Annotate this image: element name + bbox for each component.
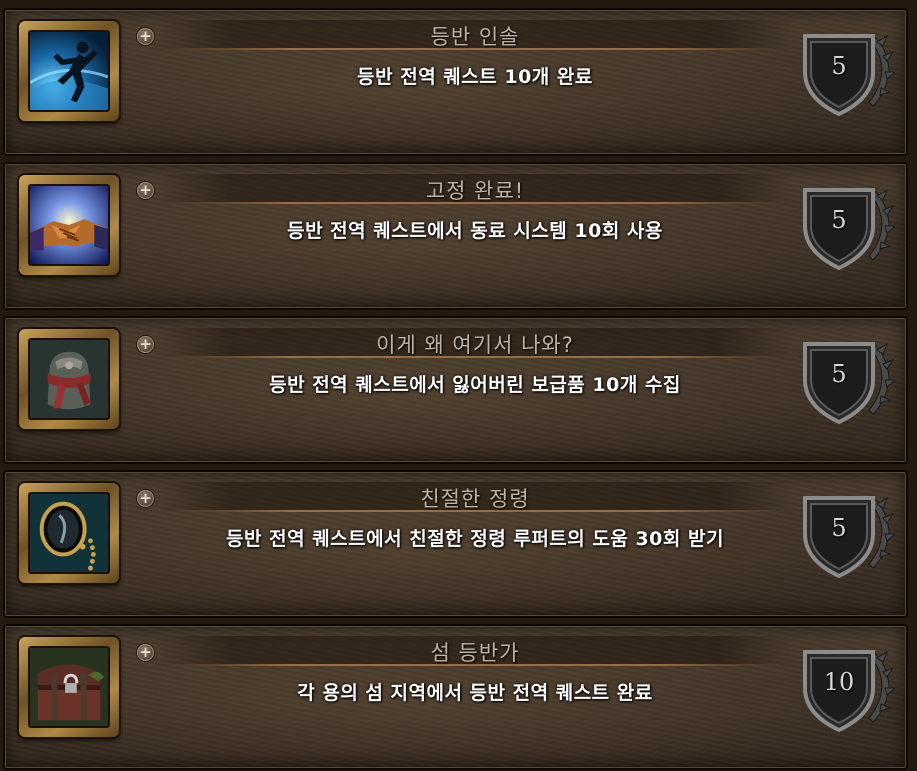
achievement-list: + 등반 인솔 등반 전역 퀘스트 10개 완료 5 + 고정 완료! 등반 전… bbox=[0, 0, 917, 771]
achievement-description: 등반 전역 퀘스트에서 친절한 정령 루퍼트의 도움 30회 받기 bbox=[226, 528, 724, 550]
expand-button[interactable]: + bbox=[137, 28, 154, 45]
expand-button[interactable]: + bbox=[137, 490, 154, 507]
achievement-icon-frame bbox=[19, 483, 119, 583]
achievement-row[interactable]: + 친절한 정령 등반 전역 퀘스트에서 친절한 정령 루퍼트의 도움 30회 … bbox=[3, 470, 908, 618]
points-shield-badge: 5 bbox=[791, 334, 895, 426]
achievement-description: 각 용의 섬 지역에서 등반 전역 퀘스트 완료 bbox=[297, 682, 653, 704]
achievement-icon-frame bbox=[19, 175, 119, 275]
achievement-title: 섬 등반가 bbox=[430, 641, 520, 665]
achievement-description: 등반 전역 퀘스트 10개 완료 bbox=[357, 66, 593, 88]
achievement-points: 5 bbox=[831, 206, 847, 234]
handshake-icon bbox=[28, 184, 110, 266]
points-shield-badge: 5 bbox=[791, 488, 895, 580]
monocle-icon bbox=[28, 492, 110, 574]
achievement-row[interactable]: + 등반 인솔 등반 전역 퀘스트 10개 완료 5 bbox=[3, 8, 908, 156]
achievement-row[interactable]: + 섬 등반가 각 용의 섬 지역에서 등반 전역 퀘스트 완료 10 bbox=[3, 624, 908, 770]
achievement-points: 5 bbox=[831, 360, 847, 388]
achievement-points: 10 bbox=[823, 668, 855, 696]
achievement-title: 이게 왜 여기서 나와? bbox=[376, 333, 574, 357]
expand-button[interactable]: + bbox=[137, 336, 154, 353]
achievement-row[interactable]: + 고정 완료! 등반 전역 퀘스트에서 동료 시스템 10회 사용 5 bbox=[3, 162, 908, 310]
achievement-title: 친절한 정령 bbox=[420, 487, 530, 511]
supply-pack-icon bbox=[28, 338, 110, 420]
achievement-title: 고정 완료! bbox=[425, 179, 525, 203]
achievement-icon-frame bbox=[19, 637, 119, 737]
expand-button[interactable]: + bbox=[137, 182, 154, 199]
achievement-icon-frame bbox=[19, 21, 119, 121]
points-shield-badge: 10 bbox=[791, 642, 895, 734]
points-shield-badge: 5 bbox=[791, 180, 895, 272]
achievement-icon-frame bbox=[19, 329, 119, 429]
points-shield-badge: 5 bbox=[791, 26, 895, 118]
achievement-points: 5 bbox=[831, 514, 847, 542]
expand-button[interactable]: + bbox=[137, 644, 154, 661]
achievement-row[interactable]: + 이게 왜 여기서 나와? 등반 전역 퀘스트에서 잃어버린 보급품 10개 … bbox=[3, 316, 908, 464]
achievement-description: 등반 전역 퀘스트에서 잃어버린 보급품 10개 수집 bbox=[269, 374, 681, 396]
achievement-title: 등반 인솔 bbox=[430, 25, 520, 49]
running-figure-icon bbox=[28, 30, 110, 112]
achievement-points: 5 bbox=[831, 52, 847, 80]
achievement-description: 등반 전역 퀘스트에서 동료 시스템 10회 사용 bbox=[287, 220, 663, 242]
treasure-chest-icon bbox=[28, 646, 110, 728]
